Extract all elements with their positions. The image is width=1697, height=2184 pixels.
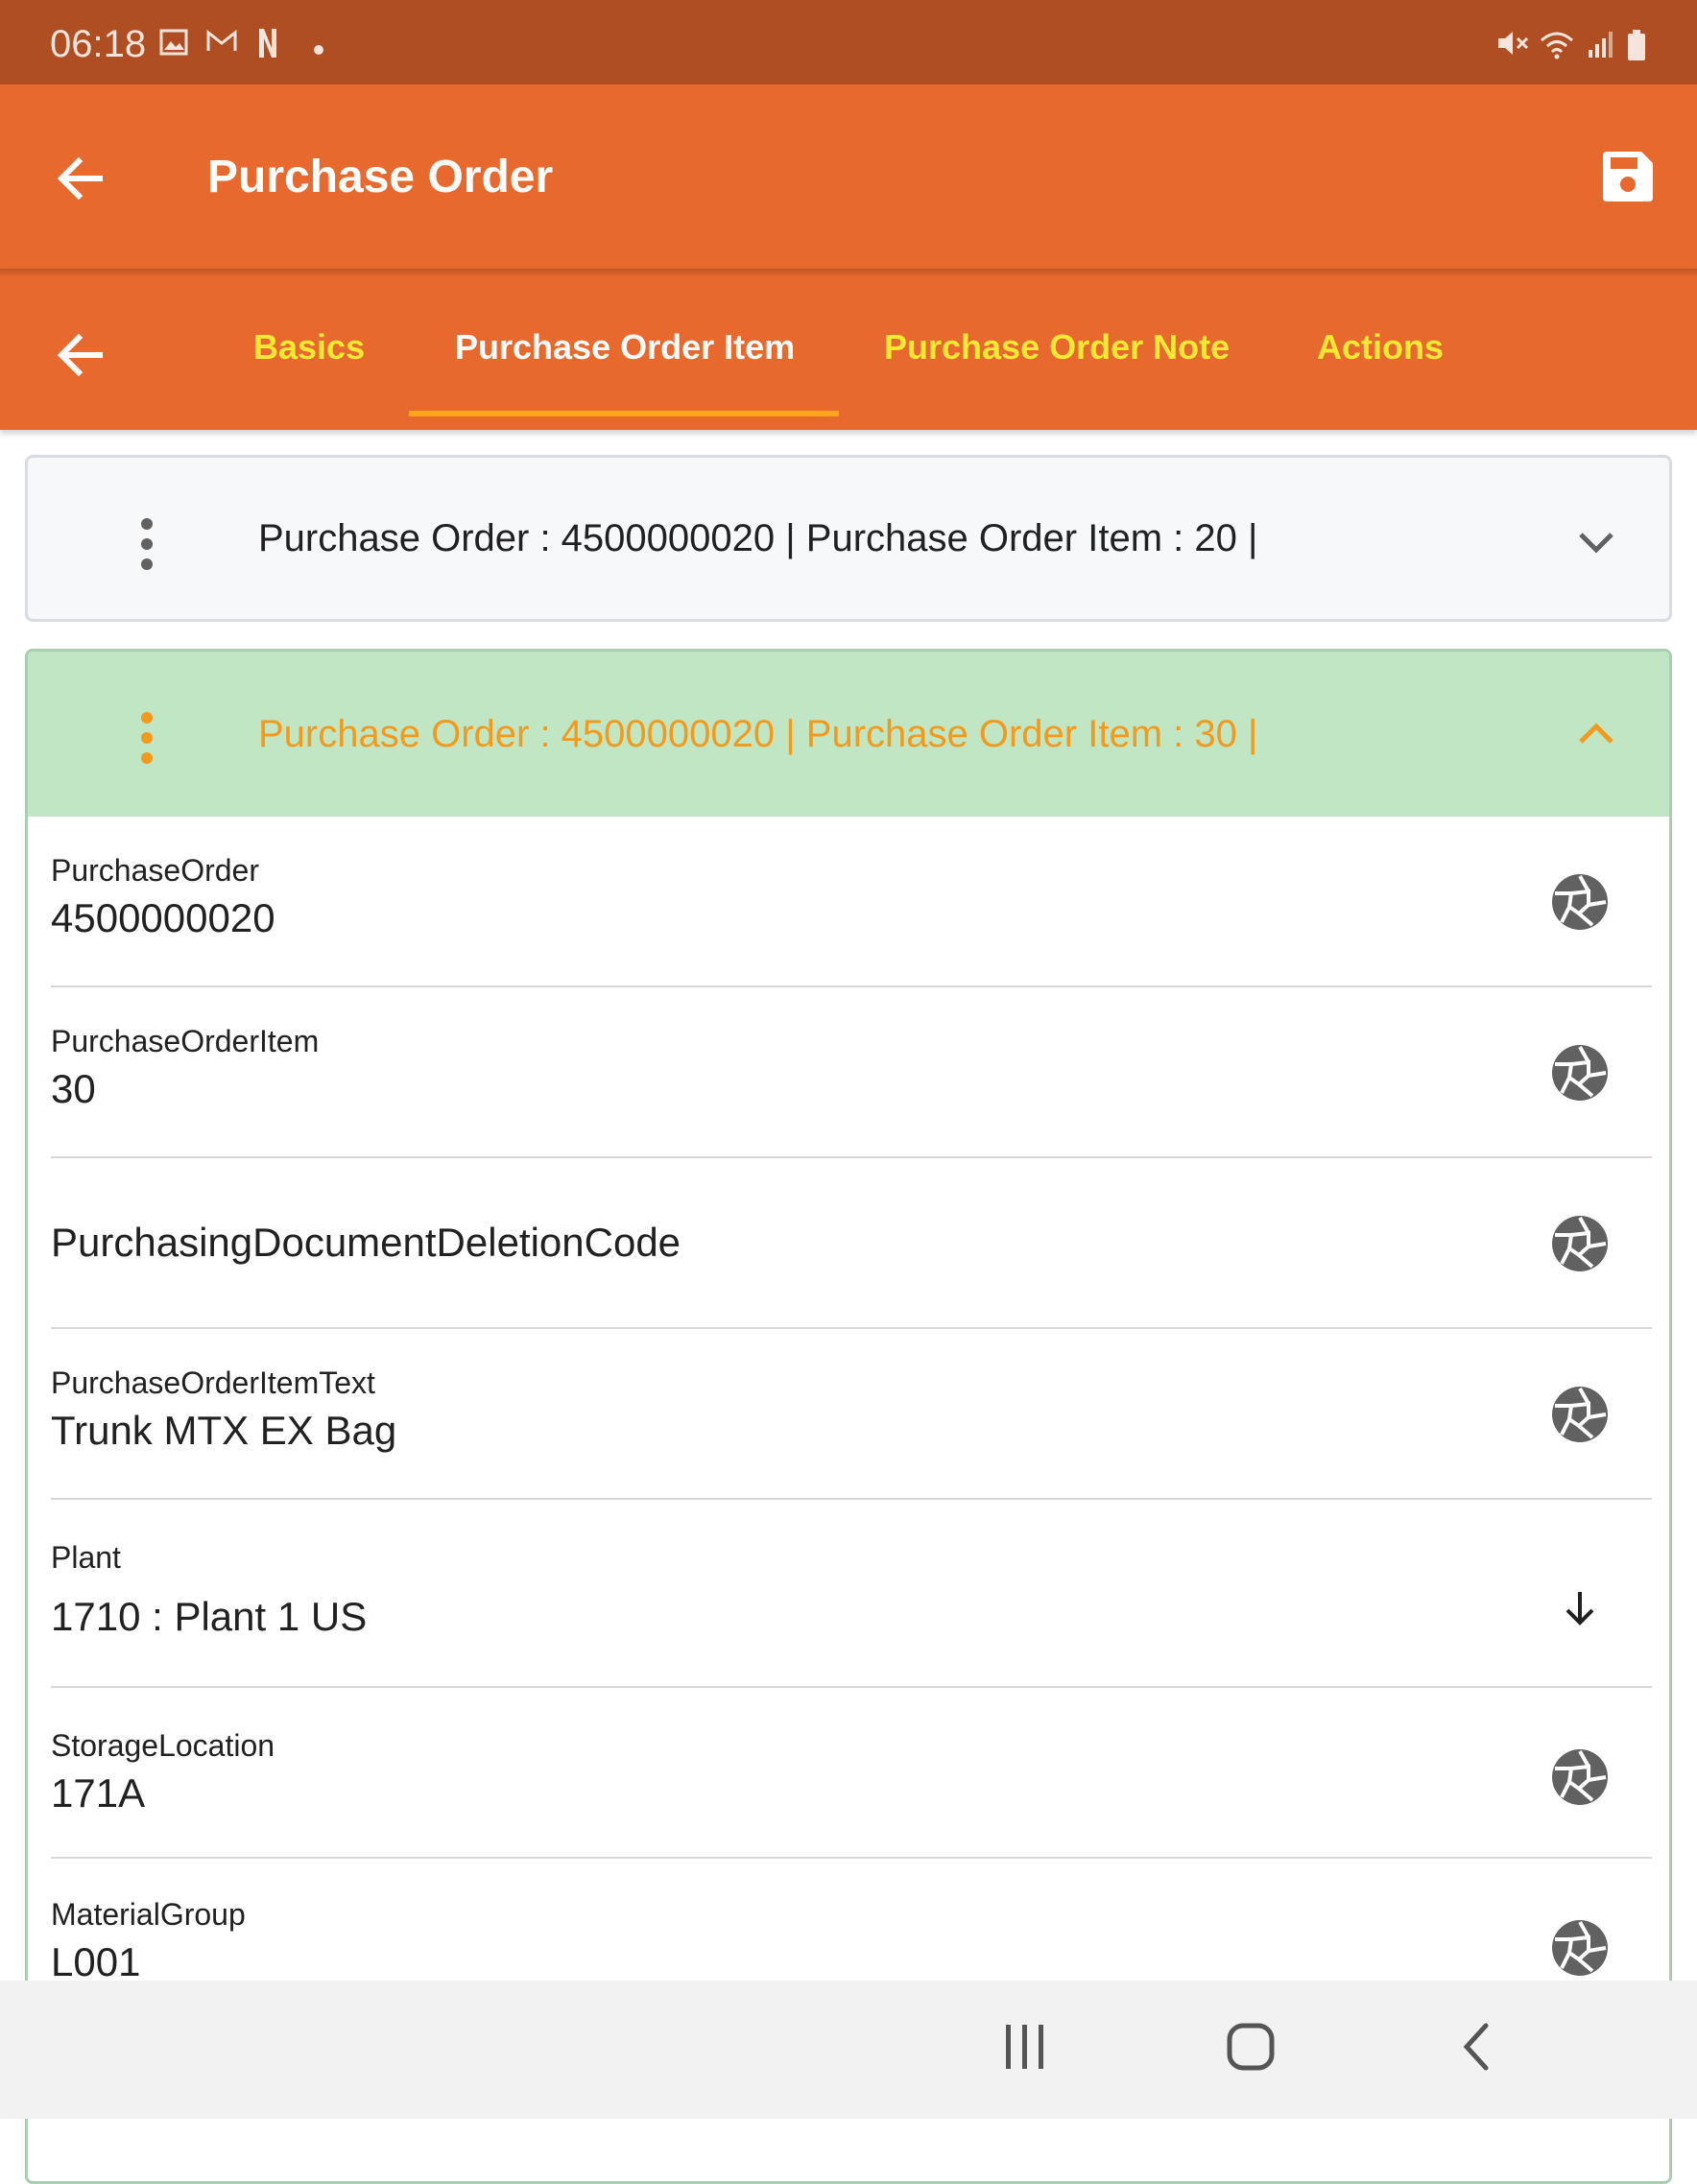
- field-purchasing-document-deletion-code[interactable]: PurchasingDocumentDeletionCode: [28, 1158, 1669, 1329]
- field-value[interactable]: 30: [51, 1066, 96, 1112]
- field-value[interactable]: 4500000020: [51, 895, 275, 941]
- field-label: PurchaseOrderItemText: [51, 1365, 375, 1400]
- item-card-collapsed[interactable]: Purchase Order : 4500000020 | Purchase O…: [25, 455, 1672, 622]
- field-label: MaterialGroup: [51, 1897, 246, 1932]
- home-icon[interactable]: [1227, 2023, 1275, 2071]
- gallery-icon: [159, 29, 188, 56]
- arrow-back-icon[interactable]: [50, 324, 111, 386]
- item-card-expanded: Purchase Order : 4500000020 | Purchase O…: [25, 649, 1672, 2184]
- field-storage-location[interactable]: StorageLocation 171A: [28, 1688, 1669, 1859]
- status-bar: 06:18: [0, 0, 1697, 84]
- status-time: 06:18: [50, 23, 147, 65]
- aperture-icon[interactable]: [1550, 872, 1610, 932]
- more-vert-icon[interactable]: [135, 709, 158, 767]
- netflix-icon: [257, 27, 278, 59]
- gmail-icon: [205, 29, 238, 54]
- tab-purchase-order-item[interactable]: Purchase Order Item: [455, 326, 795, 368]
- mute-icon: [1495, 29, 1530, 58]
- field-purchase-order-item[interactable]: PurchaseOrderItem 30: [28, 987, 1669, 1158]
- dot-icon: [313, 44, 324, 56]
- page-title: Purchase Order: [207, 152, 554, 202]
- item-card-header[interactable]: Purchase Order : 4500000020 | Purchase O…: [28, 652, 1669, 817]
- aperture-icon[interactable]: [1550, 1385, 1610, 1444]
- tab-basics[interactable]: Basics: [253, 326, 365, 368]
- aperture-icon[interactable]: [1550, 1747, 1610, 1807]
- field-value[interactable]: 171A: [51, 1770, 145, 1816]
- item-card-title: Purchase Order : 4500000020 | Purchase O…: [258, 517, 1258, 559]
- tab-bar: Basics Purchase Order Item Purchase Orde…: [0, 269, 1697, 430]
- tab-actions[interactable]: Actions: [1317, 326, 1444, 368]
- field-label: PurchasingDocumentDeletionCode: [51, 1220, 681, 1265]
- field-purchase-order-item-text[interactable]: PurchaseOrderItemText Trunk MTX EX Bag: [28, 1329, 1669, 1500]
- signal-icon: [1586, 29, 1614, 59]
- field-plant[interactable]: Plant 1710 : Plant 1 US: [28, 1500, 1669, 1688]
- chevron-up-icon[interactable]: [1573, 711, 1619, 757]
- aperture-icon[interactable]: [1550, 1214, 1610, 1273]
- field-value[interactable]: 1710 : Plant 1 US: [51, 1594, 367, 1640]
- back-icon[interactable]: [1457, 2023, 1495, 2071]
- field-label: PurchaseOrderItem: [51, 1024, 320, 1058]
- aperture-icon[interactable]: [1550, 1918, 1610, 1978]
- item-card-title: Purchase Order : 4500000020 | Purchase O…: [258, 713, 1258, 755]
- field-label: StorageLocation: [51, 1728, 275, 1763]
- active-tab-indicator: [409, 411, 839, 416]
- field-label: PurchaseOrder: [51, 853, 259, 888]
- field-value[interactable]: L001: [51, 1939, 140, 1985]
- field-purchase-order[interactable]: PurchaseOrder 4500000020: [28, 817, 1669, 987]
- battery-icon: [1626, 29, 1647, 61]
- field-label: Plant: [51, 1540, 121, 1575]
- field-value[interactable]: Trunk MTX EX Bag: [51, 1408, 396, 1454]
- system-nav-bar: [0, 1981, 1697, 2119]
- arrow-down-icon[interactable]: [1560, 1588, 1600, 1628]
- chevron-down-icon[interactable]: [1573, 519, 1619, 565]
- wifi-icon: [1538, 29, 1576, 59]
- tab-purchase-order-note[interactable]: Purchase Order Note: [884, 326, 1230, 368]
- aperture-icon[interactable]: [1550, 1043, 1610, 1103]
- recents-icon[interactable]: [1002, 2023, 1048, 2071]
- arrow-back-icon[interactable]: [50, 148, 111, 209]
- app-bar: Purchase Order: [0, 84, 1697, 269]
- save-icon[interactable]: [1597, 146, 1659, 207]
- more-vert-icon[interactable]: [135, 515, 158, 573]
